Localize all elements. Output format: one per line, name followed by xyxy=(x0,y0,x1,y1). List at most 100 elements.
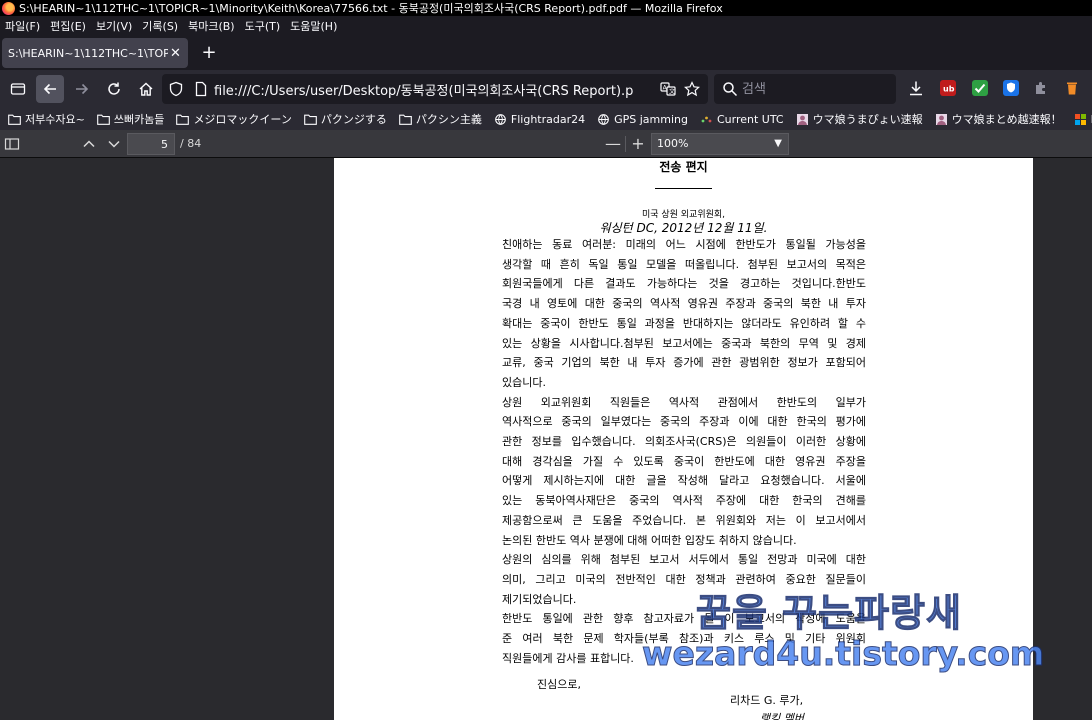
bookmark-label: Flightradar24 xyxy=(510,112,586,126)
toolbar-separator xyxy=(625,136,626,152)
menu-help[interactable]: 도움말(H) xyxy=(285,18,342,34)
body-text-line: 논의된 한반도 역사 분쟁에 대해 어떠한 입장도 취하지 않습니다. xyxy=(502,533,797,547)
url-text[interactable]: file:///C:/Users/user/Desktop/동북공정(미국의회조… xyxy=(214,80,634,99)
bookmark-item[interactable]: Flightradar24 xyxy=(486,113,589,126)
bookmark-label: パクンジする xyxy=(320,113,387,126)
page-number-input[interactable] xyxy=(127,133,175,155)
body-text-line: 직원들에게 감사를 표합니다. xyxy=(502,651,634,665)
arrow-right-icon xyxy=(76,83,89,95)
body-text-line: 교류, 중국 기업의 북한 내 투자 증가에 관한 광범위한 정보가 포함되어 xyxy=(502,356,866,370)
letter-signer-title: 랭킹 멤버 xyxy=(760,712,804,720)
bookmark-star-icon[interactable] xyxy=(684,81,700,97)
new-tab-button[interactable]: + xyxy=(198,43,220,65)
bookmark-item[interactable]: メジロマックイーン xyxy=(168,111,295,127)
sidebar-toggle-icon[interactable] xyxy=(4,136,20,152)
menu-edit[interactable]: 편집(E) xyxy=(45,18,91,34)
body-text-line: 생각할 때 흔히 독일 통일 모델을 떠올립니다. 첨부된 보고서의 목적은 xyxy=(502,257,866,271)
search-icon xyxy=(723,82,738,97)
previous-page-icon[interactable] xyxy=(80,135,98,153)
reload-button[interactable] xyxy=(100,75,128,103)
checkmark-extension-icon[interactable] xyxy=(972,80,988,96)
globe-icon xyxy=(597,113,614,125)
body-text-line: 확대는 중국이 한반도 통일 과정을 반대하지는 않더라도 유인하려 할 수 xyxy=(502,316,866,330)
forward-button[interactable] xyxy=(68,75,96,103)
bookmark-label: Current UTC xyxy=(716,112,784,126)
heading-underline xyxy=(655,188,712,189)
bookmark-item[interactable]: パクンジする xyxy=(296,111,391,127)
globe-icon xyxy=(494,113,511,125)
bookmark-label: ウマ娘うまぴょい速報 xyxy=(812,113,923,126)
translate-icon[interactable]: A文 xyxy=(660,81,676,97)
body-text-line: 어떻게 제시하는지에 대한 글을 작성해 달라고 요청했습니다. 서울에 xyxy=(502,474,866,488)
body-text-line: 제공함으로써 큰 도움을 주었습니다. 본 위원회와 저는 이 보고서에서 xyxy=(502,513,866,527)
svg-text:ub: ub xyxy=(943,85,955,94)
zoom-select[interactable]: 100% ▼ xyxy=(651,133,789,155)
reload-icon xyxy=(108,82,120,95)
bookmark-item[interactable]: GPS jamming xyxy=(589,113,692,126)
window-titlebar: S:\HEARIN~1\112THC~1\TOPICR~1\Minority\K… xyxy=(0,0,1092,16)
shield-icon[interactable] xyxy=(168,81,184,97)
bookmarks-toolbar: 저부수자요~ 쓰뻐카놈들 メジロマックイーン パクンジする パクシン主義 Flightra… xyxy=(0,108,1092,130)
home-icon xyxy=(139,82,153,96)
bookmark-item[interactable]: 저부수자요~ xyxy=(0,111,89,127)
body-text-line: 역사적으로 중국의 일부였다는 중국의 주장과 이에 대한 한국의 평가에 xyxy=(502,415,866,429)
letter-signer: 리차드 G. 루가, xyxy=(730,694,804,707)
zoom-out-button[interactable]: — xyxy=(604,133,622,155)
search-bar[interactable] xyxy=(714,74,896,104)
tab-close-icon[interactable]: ✕ xyxy=(170,46,181,61)
svg-text:文: 文 xyxy=(669,88,675,96)
trash-extension-icon[interactable] xyxy=(1064,80,1080,96)
tab-active[interactable]: S:\HEARIN~1\112THC~1\TOPICR~1\Minority\K… xyxy=(2,38,188,68)
avatar-icon xyxy=(935,113,952,125)
letter-dateline: 워싱턴 DC, 2012년 12월 11일. xyxy=(599,221,768,235)
bookmark-item[interactable]: 쓰뻐카놈들 xyxy=(89,111,169,127)
body-text-line: 있는 동북아역사재단은 중국의 역사적 주장에 대한 한국의 견해를 xyxy=(502,494,866,508)
bookmark-item[interactable]: ウマ娘うまぴょい速報 xyxy=(788,111,927,127)
firefox-icon xyxy=(2,1,15,15)
shield-extension-icon[interactable] xyxy=(1003,80,1019,96)
search-input[interactable] xyxy=(742,81,882,97)
menu-history[interactable]: 기록(S) xyxy=(137,18,183,34)
bookmark-label: パクシン主義 xyxy=(415,113,482,126)
next-page-icon[interactable] xyxy=(105,135,123,153)
body-text-line: 관한 정보를 입수했습니다. 의회조사국(CRS)은 의원들이 이러한 상황에 xyxy=(502,435,866,448)
home-button[interactable] xyxy=(132,75,160,103)
menu-view[interactable]: 보기(V) xyxy=(91,18,137,34)
bookmark-label: メジロマックイーン xyxy=(193,113,292,126)
menu-bookmarks[interactable]: 북마크(B) xyxy=(183,18,240,34)
folder-icon xyxy=(399,114,416,125)
body-text-line: 준 여러 북한 문제 학자들(부록 참조)과 키스 루스 및 기타 위원회 xyxy=(502,632,866,645)
ublock-icon[interactable]: ub xyxy=(940,80,956,96)
page-icon[interactable] xyxy=(193,81,209,97)
page-total: / 84 xyxy=(180,137,202,150)
bookmark-label: 쓰뻐카놈들 xyxy=(113,113,165,126)
body-text-line: 상원의 심의를 위해 첨부된 보고서 서두에서 통일 전망과 미국에 대한 xyxy=(502,553,866,567)
url-bar[interactable]: file:///C:/Users/user/Desktop/동북공정(미국의회조… xyxy=(162,74,708,104)
menu-file[interactable]: 파일(F) xyxy=(0,18,45,34)
download-icon[interactable] xyxy=(908,80,924,96)
body-text-line: 의미, 그리고 미국의 전반적인 대한 정책과 관련하여 중요한 질문들이 xyxy=(502,572,866,586)
letter-heading: 전송 편지 xyxy=(659,160,708,174)
bookmark-item[interactable]: パクシン主義 xyxy=(391,111,486,127)
menu-tools[interactable]: 도구(T) xyxy=(240,18,286,34)
bookmark-item[interactable]: Microsoft Docs xyxy=(1066,113,1092,126)
folder-icon xyxy=(96,114,114,125)
pdf-toolbar: / 84 — + 100% ▼ xyxy=(0,130,1092,158)
list-all-tabs-button[interactable] xyxy=(4,75,32,103)
bookmark-item[interactable]: Current UTC xyxy=(692,113,788,126)
pdf-viewer[interactable]: 전송 편지 미국 상원 외교위원회, 워싱턴 DC, 2012년 12월 11일… xyxy=(0,158,1092,720)
bookmark-label: ウマ娘まとめ越速報！ xyxy=(951,113,1062,126)
extensions-puzzle-icon[interactable] xyxy=(1033,80,1049,96)
body-text-line: 상원 외교위원회 직원들은 역사적 관점에서 한반도의 일부가 xyxy=(502,395,866,409)
pdf-page: 전송 편지 미국 상원 외교위원회, 워싱턴 DC, 2012년 12월 11일… xyxy=(334,158,1033,720)
back-button[interactable] xyxy=(36,75,64,103)
letter-closing: 진심으로, xyxy=(537,678,581,691)
zoom-in-button[interactable]: + xyxy=(629,133,647,155)
chevron-down-icon: ▼ xyxy=(774,138,782,149)
microsoft-icon xyxy=(1074,113,1091,125)
zoom-value: 100% xyxy=(657,137,689,150)
body-text-line: 있는 상황을 시사합니다.첨부된 보고서에는 중국과 북한의 무역 및 경제 xyxy=(502,336,866,350)
bookmark-item[interactable]: ウマ娘まとめ越速報！ xyxy=(927,111,1066,127)
menu-bar: 파일(F) 편집(E) 보기(V) 기록(S) 북마크(B) 도구(T) 도움말… xyxy=(0,16,1092,35)
window-title: S:\HEARIN~1\112THC~1\TOPICR~1\Minority\K… xyxy=(19,2,723,15)
